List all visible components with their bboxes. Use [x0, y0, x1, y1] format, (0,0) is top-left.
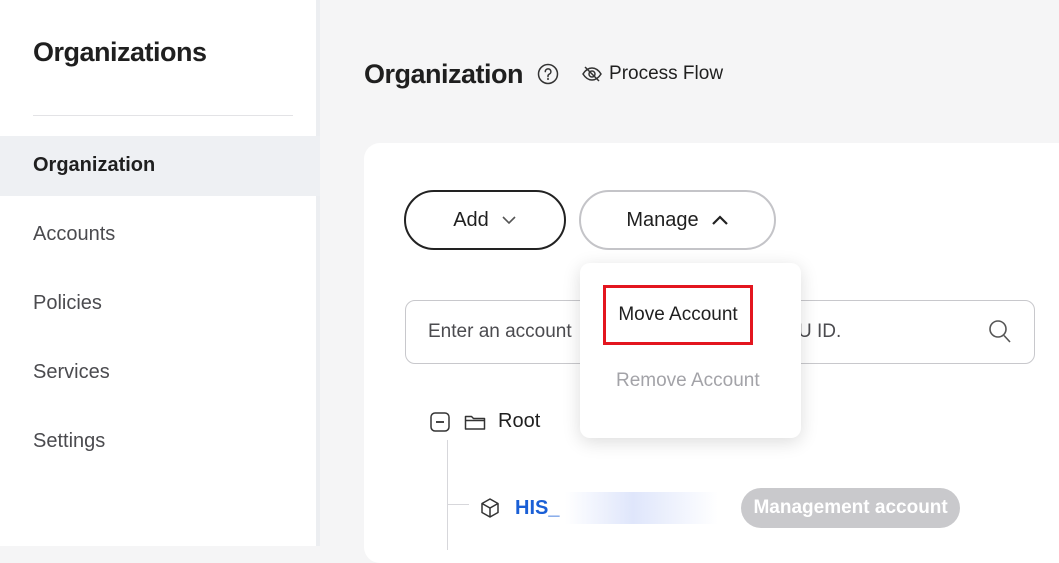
sidebar-divider: [33, 115, 293, 116]
page-header: Organization Process Flow: [364, 52, 723, 96]
sidebar-nav: Organization Accounts Policies Services …: [0, 136, 320, 472]
search-placeholder: Enter an account: [428, 321, 572, 342]
tree-root-label: Root: [498, 410, 541, 432]
tree-connector: [447, 440, 448, 550]
sidebar-item-services[interactable]: Services: [0, 343, 320, 403]
add-button[interactable]: Add: [404, 190, 566, 250]
process-flow-link[interactable]: Process Flow: [581, 63, 723, 85]
account-name-link[interactable]: HIS_: [515, 497, 559, 520]
account-cube-icon: [479, 497, 501, 519]
sidebar: Organizations Organization Accounts Poli…: [0, 0, 320, 546]
search-icon[interactable]: [988, 319, 1012, 350]
eye-off-icon: [582, 66, 602, 82]
management-account-badge: Management account: [741, 488, 960, 528]
manage-dropdown-menu: Move Account Remove Account: [580, 263, 801, 438]
sidebar-item-policies[interactable]: Policies: [0, 274, 320, 334]
sidebar-item-settings[interactable]: Settings: [0, 412, 320, 472]
process-flow-label: Process Flow: [609, 63, 724, 84]
sidebar-title: Organizations: [33, 37, 207, 67]
menu-item-move-account[interactable]: Move Account: [603, 285, 753, 345]
page-title: Organization: [364, 58, 524, 89]
tree-node-account[interactable]: HIS_ Management account: [479, 488, 960, 528]
manage-button[interactable]: Manage: [579, 190, 776, 250]
sidebar-item-accounts[interactable]: Accounts: [0, 205, 320, 265]
tree-connector-branch: [447, 504, 469, 505]
menu-item-remove-account: Remove Account: [616, 370, 760, 391]
collapse-icon[interactable]: [430, 411, 450, 432]
folder-icon: [464, 413, 486, 431]
manage-button-label: Manage: [626, 208, 699, 231]
chevron-up-icon: [711, 214, 729, 226]
redacted-account-name: [565, 492, 736, 524]
sidebar-item-organization[interactable]: Organization: [0, 136, 320, 196]
chevron-down-icon: [501, 215, 517, 225]
add-button-label: Add: [453, 208, 489, 231]
tree-node-root[interactable]: Root: [430, 410, 540, 433]
help-circle-icon[interactable]: [537, 63, 559, 85]
search-placeholder-tail: U ID.: [798, 321, 842, 342]
